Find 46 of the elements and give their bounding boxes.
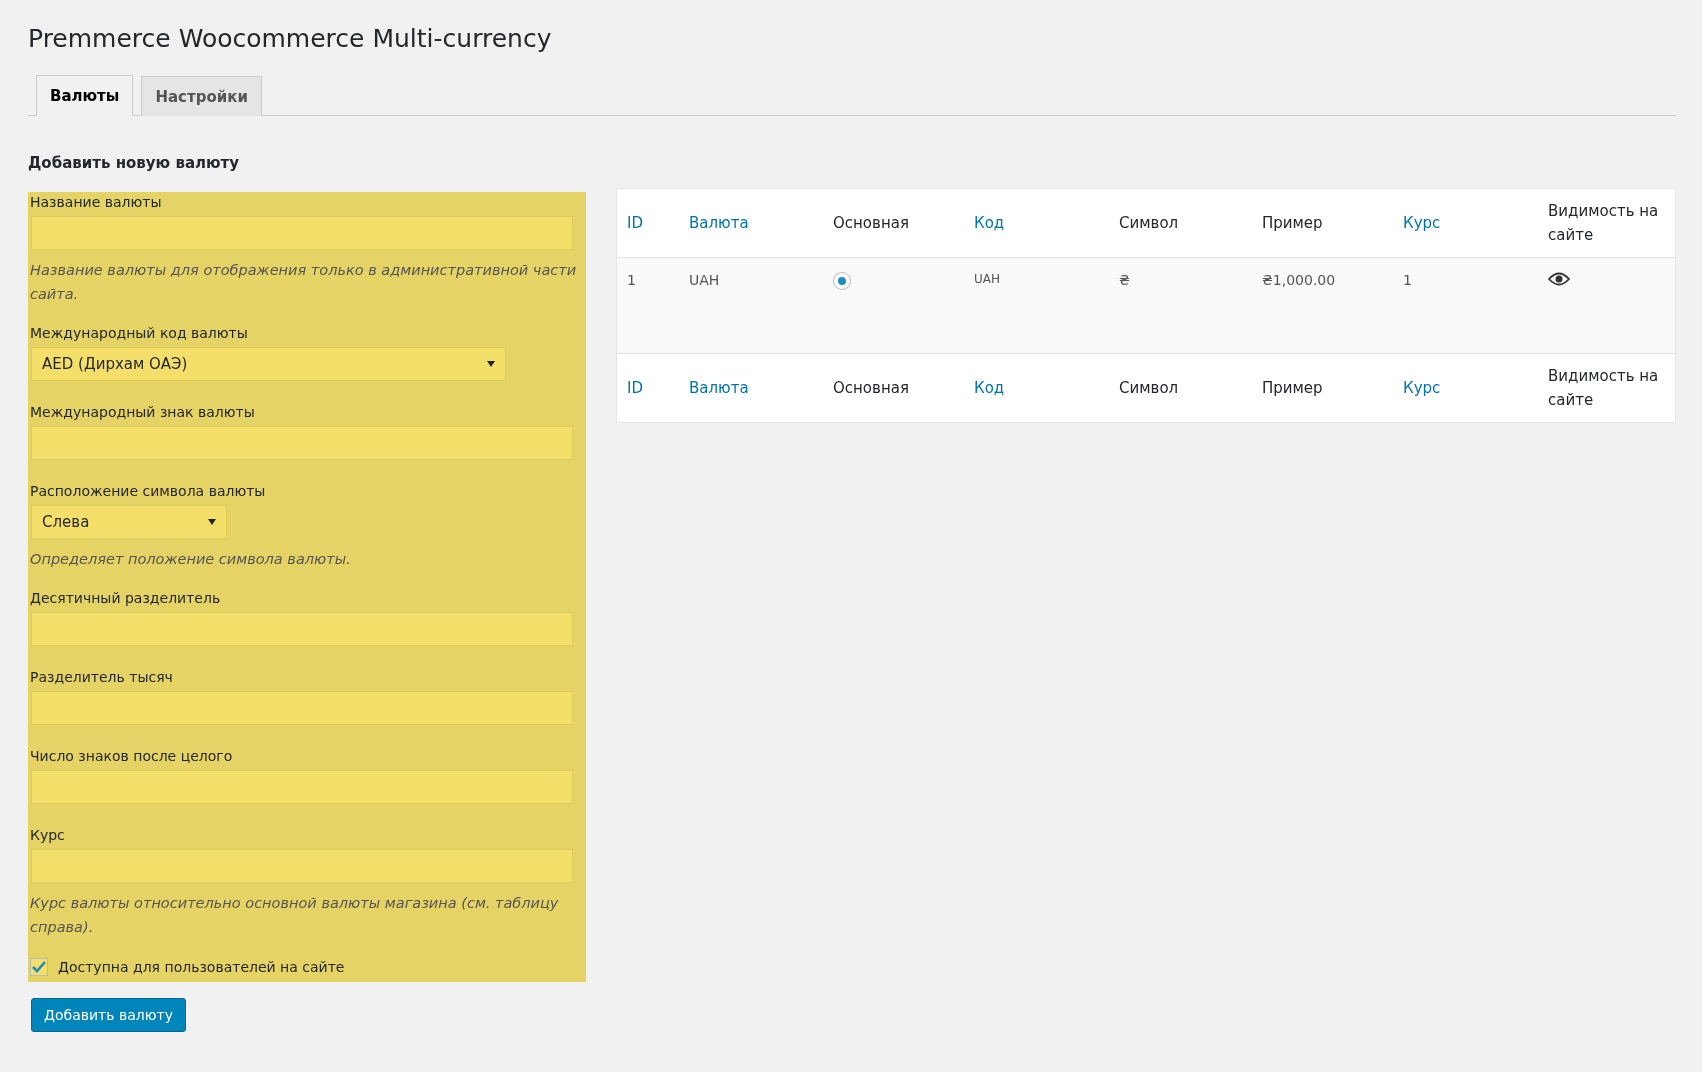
dropdown[interactable]: Слева [31,505,227,539]
field-label: Международный код валюты [30,325,249,341]
table-cell: 1 [1403,272,1412,288]
help-text: Название валюты для отображения только в административной части сайта. [30,261,578,304]
column-header-link[interactable]: Валюта [689,376,749,400]
field-label: Название валюты [30,194,163,210]
column-header-link[interactable]: Код [974,376,1005,400]
column-header: Символ [1119,378,1179,399]
tab[interactable]: Настройки [141,76,262,116]
table-cell: ₴1,000.00 [1262,272,1336,288]
table-cell: UAH [689,272,720,288]
radio-button[interactable] [833,272,851,290]
page-title: Premmerce Woocommerce Multi-currency [28,24,553,53]
column-header-link[interactable]: Курс [1403,376,1441,400]
column-header-link[interactable]: ID [627,376,643,400]
table-cell: 1 [627,272,636,288]
section-heading: Добавить новую валюту [28,154,241,172]
column-header: Видимость на сайте [1548,366,1660,411]
help-text: Определяет положение символа валюты. [30,550,352,569]
caret-icon [487,361,495,367]
checkbox-label: Доступна для пользователей на сайте [58,959,345,975]
field-label: Расположение символа валюты [30,483,267,499]
column-header-link[interactable]: ID [627,211,643,235]
tab[interactable]: Валюты [36,75,134,116]
column-header-link[interactable]: Код [974,211,1005,235]
column-header: Пример [1262,213,1323,234]
column-header: Основная [833,378,909,399]
column-header: Пример [1262,378,1323,399]
column-header: Основная [833,213,909,234]
field-label: Международный знак валюты [30,404,256,420]
caret-icon [208,519,216,525]
field-label: Разделитель тысяч [30,669,174,685]
column-header-link[interactable]: Курс [1403,211,1441,235]
column-header: Видимость на сайте [1548,201,1660,246]
help-text: Курс валюты относительно основной валюты магазина (см. таблицу справа). [30,894,560,937]
checkbox[interactable] [30,958,48,976]
add-currency-button[interactable]: Добавить валюту [31,998,186,1032]
column-header-link[interactable]: Валюта [689,211,749,235]
field-label: Десятичный разделитель [30,590,222,606]
field-label: Курс [30,827,66,843]
eye-icon[interactable] [1548,272,1570,286]
field-label: Число знаков после целого [30,748,234,764]
table-cell: UAH [974,272,1000,286]
table-cell: ₴ [1119,272,1130,288]
dropdown[interactable]: AED (Дирхам ОАЭ) [31,347,506,381]
column-header: Символ [1119,213,1179,234]
